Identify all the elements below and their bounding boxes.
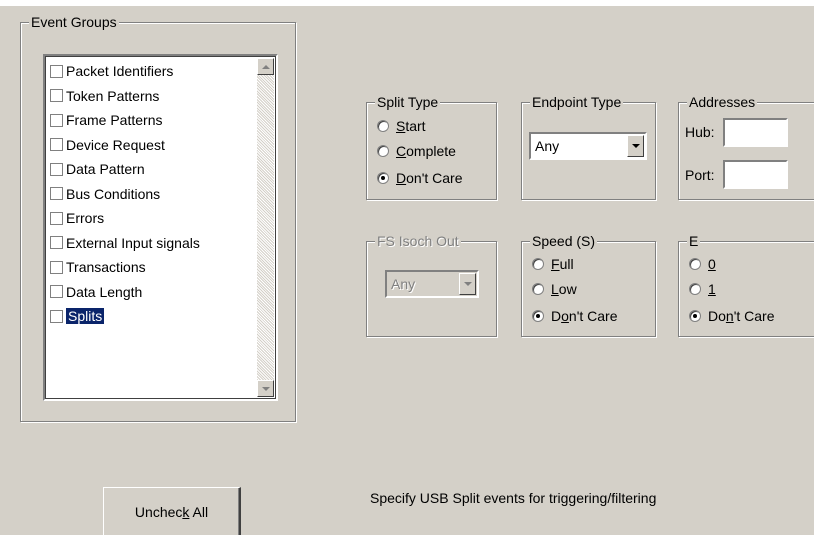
- status-text: Specify USB Split events for triggering/…: [370, 490, 657, 506]
- list-item[interactable]: Device Request: [48, 133, 256, 158]
- fs-isoch-out-title: FS Isoch Out: [375, 233, 461, 249]
- checkbox[interactable]: [50, 162, 63, 176]
- uncheck-all-button[interactable]: Uncheck All: [103, 487, 241, 535]
- speed-dont-care-label: Don't Care: [551, 308, 618, 324]
- list-item-label: Splits: [66, 308, 105, 325]
- radio-indicator: [377, 145, 389, 157]
- split-complete-label: Complete: [396, 143, 456, 159]
- checkbox[interactable]: [50, 260, 63, 274]
- list-item-label: Transactions: [66, 259, 146, 276]
- fs-isoch-out-dropdown: Any: [385, 270, 479, 298]
- radio-indicator-selected: [689, 310, 701, 322]
- checkbox[interactable]: [50, 309, 63, 323]
- checkbox[interactable]: [50, 89, 63, 103]
- event-groups-listbox[interactable]: Packet Identifiers Token Patterns Frame Pa…: [43, 54, 278, 401]
- checkbox[interactable]: [50, 64, 63, 78]
- e-dont-care-radio[interactable]: Don't Care: [689, 308, 775, 324]
- checkbox[interactable]: [50, 211, 63, 225]
- hub-label: Hub:: [685, 124, 715, 140]
- split-type-title: Split Type: [375, 94, 441, 110]
- split-start-label: Start: [396, 118, 426, 134]
- e-dont-care-label: Don't Care: [708, 308, 775, 324]
- checkbox[interactable]: [50, 113, 63, 127]
- top-edge: [0, 0, 814, 6]
- list-item-label: Device Request: [66, 136, 165, 153]
- list-item-label: Data Pattern: [66, 161, 145, 178]
- split-complete-radio[interactable]: Complete: [377, 143, 456, 159]
- e-one-radio[interactable]: 1: [689, 281, 716, 297]
- list-item[interactable]: Data Length: [48, 280, 256, 305]
- uncheck-all-label: Uncheck All: [134, 503, 209, 520]
- split-dont-care-radio[interactable]: Don't Care: [377, 170, 463, 186]
- list-item[interactable]: Transactions: [48, 255, 256, 280]
- list-item-label: Bus Conditions: [66, 185, 161, 202]
- list-item[interactable]: Splits: [48, 304, 256, 329]
- list-item-label: Errors: [66, 210, 105, 227]
- speed-full-radio[interactable]: Full: [532, 256, 574, 272]
- chevron-down-icon: [631, 144, 640, 148]
- split-dont-care-label: Don't Care: [396, 170, 463, 186]
- list-item[interactable]: Errors: [48, 206, 256, 231]
- list-item[interactable]: Frame Patterns: [48, 108, 256, 133]
- speed-group: Speed (S) Full Low Don't Care: [521, 233, 656, 337]
- list-item[interactable]: Token Patterns: [48, 84, 256, 109]
- checkbox[interactable]: [50, 285, 63, 299]
- radio-indicator-selected: [377, 172, 389, 184]
- checkbox[interactable]: [50, 236, 63, 250]
- radio-indicator: [377, 120, 389, 132]
- list-item[interactable]: External Input signals: [48, 231, 256, 256]
- list-item-label: Data Length: [66, 283, 143, 300]
- radio-indicator: [532, 258, 544, 270]
- port-input[interactable]: [723, 160, 788, 189]
- speed-dont-care-radio[interactable]: Don't Care: [532, 308, 618, 324]
- split-type-group: Split Type Start Complete Don't Care: [366, 94, 497, 200]
- radio-indicator: [689, 283, 701, 295]
- list-item[interactable]: Bus Conditions: [48, 182, 256, 207]
- addresses-title: Addresses: [687, 94, 758, 110]
- speed-title: Speed (S): [530, 233, 598, 249]
- split-start-radio[interactable]: Start: [377, 118, 426, 134]
- event-groups-items: Packet Identifiers Token Patterns Frame Pa…: [48, 59, 256, 329]
- e-zero-label: 0: [708, 256, 716, 272]
- chevron-down-icon: [463, 282, 472, 286]
- list-item[interactable]: Data Pattern: [48, 157, 256, 182]
- port-label: Port:: [685, 167, 715, 183]
- e-one-label: 1: [708, 281, 716, 297]
- endpoint-type-dropdown-button[interactable]: [627, 135, 644, 157]
- fs-isoch-out-value: Any: [391, 276, 416, 292]
- checkbox[interactable]: [50, 138, 63, 152]
- list-item-label: External Input signals: [66, 234, 200, 251]
- list-item[interactable]: Packet Identifiers: [48, 59, 256, 84]
- endpoint-type-dropdown[interactable]: Any: [529, 132, 647, 160]
- radio-indicator: [689, 258, 701, 270]
- arrow-up-icon: [261, 64, 270, 69]
- speed-full-label: Full: [551, 256, 574, 272]
- e-zero-radio[interactable]: 0: [689, 256, 716, 272]
- endpoint-type-title: Endpoint Type: [530, 94, 624, 110]
- e-title: E: [687, 233, 701, 249]
- list-item-label: Packet Identifiers: [66, 63, 174, 80]
- speed-low-label: Low: [551, 281, 577, 297]
- scroll-up-button[interactable]: [257, 58, 274, 75]
- speed-low-radio[interactable]: Low: [532, 281, 577, 297]
- event-groups-title: Event Groups: [29, 14, 119, 30]
- fs-isoch-out-dropdown-button: [459, 273, 476, 295]
- checkbox[interactable]: [50, 187, 63, 201]
- list-item-label: Token Patterns: [66, 87, 160, 104]
- hub-input[interactable]: [723, 118, 788, 147]
- radio-indicator: [532, 283, 544, 295]
- endpoint-type-value: Any: [535, 138, 560, 154]
- listbox-scrollbar[interactable]: [257, 58, 274, 397]
- arrow-down-icon: [261, 386, 270, 391]
- list-item-label: Frame Patterns: [66, 112, 163, 129]
- scroll-down-button[interactable]: [257, 380, 274, 397]
- e-group: E 0 1 Don't Care: [678, 233, 814, 337]
- radio-indicator-selected: [532, 310, 544, 322]
